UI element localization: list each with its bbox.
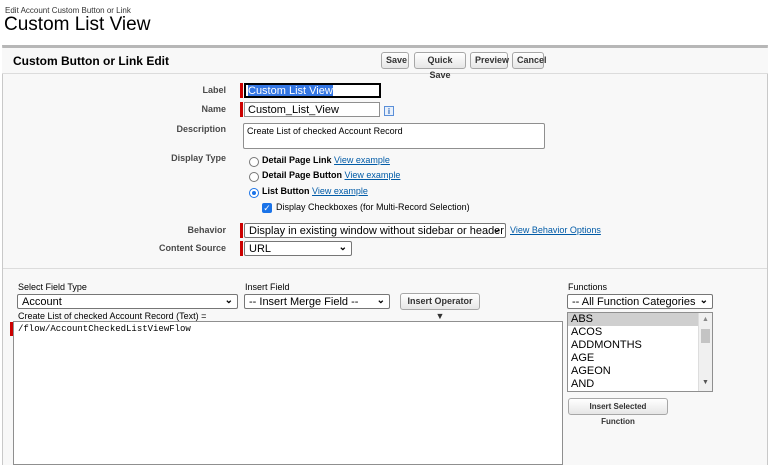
chevron-down-icon: ⌄ (224, 295, 233, 306)
name-input[interactable]: Custom_List_View (244, 102, 380, 117)
view-example-link[interactable]: View example (312, 186, 368, 196)
scrollbar-thumb[interactable] (701, 329, 710, 343)
radio-list-button[interactable] (249, 188, 259, 198)
save-button[interactable]: Save (381, 52, 409, 69)
label-input[interactable]: Custom List View (244, 83, 381, 98)
quick-save-button[interactable]: Quick Save (414, 52, 466, 80)
option-list-button: List Button View example (262, 186, 368, 196)
label-input-value: Custom List View (248, 85, 333, 97)
behavior-select[interactable]: Display in existing window without sideb… (244, 223, 506, 238)
insert-selected-function-button[interactable]: Insert Selected Function (568, 398, 668, 426)
caret-down-icon: ▼ (435, 311, 445, 321)
list-item[interactable]: AGE (568, 352, 712, 365)
formula-editor[interactable]: /flow/AccountCheckedListViewFlow (13, 321, 563, 465)
list-item[interactable]: ADDMONTHS (568, 339, 712, 352)
functions-caption: Functions (568, 282, 608, 292)
required-marker (240, 102, 243, 117)
insert-field-select[interactable]: -- Insert Merge Field -- ⌄ (244, 294, 390, 309)
description-caption: Description (176, 124, 226, 134)
info-icon[interactable]: i (384, 106, 394, 116)
page-title: Custom List View (4, 14, 151, 35)
content-source-caption: Content Source (158, 243, 226, 253)
chevron-down-icon: ⌄ (697, 295, 708, 307)
display-checkboxes-label: Display Checkboxes (for Multi-Record Sel… (276, 202, 470, 212)
option-detail-page-link: Detail Page Link View example (262, 155, 390, 165)
name-caption: Name (201, 104, 226, 114)
list-item[interactable]: ABS (568, 313, 712, 326)
scroll-up-icon[interactable]: ▲ (702, 316, 709, 323)
panel-title: Custom Button or Link Edit (13, 54, 169, 68)
radio-detail-page-link[interactable] (249, 157, 259, 167)
chevron-down-icon: ⌄ (376, 295, 385, 306)
display-type-caption: Display Type (171, 153, 226, 163)
list-item[interactable]: ACOS (568, 326, 712, 339)
content-source-select[interactable]: URL ⌄ (244, 241, 352, 256)
view-behavior-options-link[interactable]: View Behavior Options (510, 225, 601, 235)
required-marker (240, 83, 243, 98)
chevron-down-icon: ⌄ (338, 242, 347, 253)
insert-operator-button[interactable]: Insert Operator ▼ (400, 293, 480, 321)
functions-scrollbar[interactable]: ▲ ▼ (698, 313, 712, 391)
label-caption: Label (202, 85, 226, 95)
functions-list[interactable]: ABS ACOS ADDMONTHS AGE AGEON AND (567, 312, 713, 392)
cancel-button[interactable]: Cancel (512, 52, 547, 69)
insert-field-caption: Insert Field (245, 282, 290, 292)
select-field-type-caption: Select Field Type (18, 282, 87, 292)
description-textarea[interactable]: Create List of checked Account Record (243, 123, 545, 149)
chevron-down-icon: ⌄ (492, 224, 501, 235)
list-item[interactable]: AGEON (568, 365, 712, 378)
view-example-link[interactable]: View example (345, 170, 401, 180)
display-checkboxes-checkbox[interactable]: ✓ (262, 203, 272, 213)
option-detail-page-button: Detail Page Button View example (262, 170, 401, 180)
required-marker (240, 241, 243, 256)
behavior-caption: Behavior (187, 225, 226, 235)
select-field-type-select[interactable]: Account ⌄ (17, 294, 238, 309)
function-category-select[interactable]: -- All Function Categories -- ⌄ (567, 294, 713, 309)
preview-button[interactable]: Preview (470, 52, 509, 69)
required-marker (240, 223, 243, 238)
editor-caption: Create List of checked Account Record (T… (18, 311, 207, 321)
radio-detail-page-button[interactable] (249, 172, 259, 182)
view-example-link[interactable]: View example (334, 155, 390, 165)
list-item[interactable]: AND (568, 378, 712, 391)
scroll-down-icon[interactable]: ▼ (702, 379, 709, 386)
